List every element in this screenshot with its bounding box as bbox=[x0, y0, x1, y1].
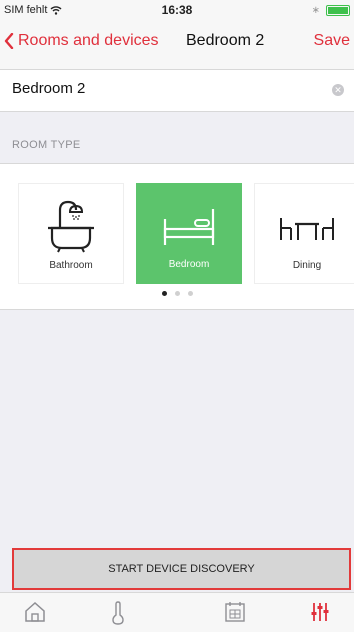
tab-settings[interactable] bbox=[307, 601, 333, 625]
sliders-icon bbox=[311, 603, 329, 621]
room-type-header: ROOM TYPE bbox=[12, 139, 81, 151]
tab-climate[interactable] bbox=[105, 601, 131, 625]
start-device-discovery-button[interactable]: START DEVICE DISCOVERY bbox=[12, 548, 351, 590]
bluetooth-icon: ∗ bbox=[311, 4, 320, 16]
carrier-info: SIM fehlt bbox=[4, 4, 62, 16]
room-option-label: Bathroom bbox=[49, 260, 93, 271]
battery-icon bbox=[326, 4, 350, 16]
room-type-carousel[interactable]: Bathroom Bedroom Dining bbox=[0, 163, 354, 310]
calendar-icon bbox=[225, 602, 245, 622]
status-bar: SIM fehlt 16:38 ∗ bbox=[0, 0, 354, 20]
page-dot bbox=[161, 291, 167, 296]
tab-schedule[interactable] bbox=[222, 601, 248, 625]
wifi-icon bbox=[50, 6, 62, 15]
status-indicators: ∗ bbox=[311, 4, 350, 16]
clear-text-icon[interactable]: ✕ bbox=[332, 84, 344, 96]
room-option-label: Bedroom bbox=[168, 259, 210, 270]
bathtub-icon bbox=[48, 200, 94, 253]
tab-home[interactable] bbox=[22, 601, 48, 625]
page-dot bbox=[174, 291, 180, 296]
bed-icon bbox=[163, 209, 215, 245]
room-name-row: ✕ bbox=[0, 70, 354, 112]
save-button[interactable]: Save bbox=[314, 32, 350, 50]
page-indicator[interactable] bbox=[0, 291, 354, 296]
tab-bar bbox=[0, 592, 354, 632]
dining-table-icon bbox=[280, 218, 334, 240]
back-label: Rooms and devices bbox=[18, 32, 159, 49]
chevron-left-icon bbox=[4, 33, 14, 49]
room-name-input[interactable] bbox=[12, 80, 312, 97]
page-dot bbox=[187, 291, 193, 296]
thermometer-icon bbox=[112, 601, 124, 625]
page-title: Bedroom 2 bbox=[186, 32, 265, 49]
room-option-bedroom[interactable]: Bedroom bbox=[136, 183, 242, 284]
room-option-label: Dining bbox=[292, 260, 322, 271]
carrier-label: SIM fehlt bbox=[4, 4, 48, 16]
room-option-bathroom[interactable]: Bathroom bbox=[18, 183, 124, 284]
back-button[interactable]: Rooms and devices bbox=[4, 32, 159, 50]
navigation-bar: Rooms and devices Bedroom 2 Save bbox=[0, 20, 354, 70]
home-icon bbox=[25, 601, 45, 622]
room-option-dining[interactable]: Dining bbox=[254, 183, 354, 284]
